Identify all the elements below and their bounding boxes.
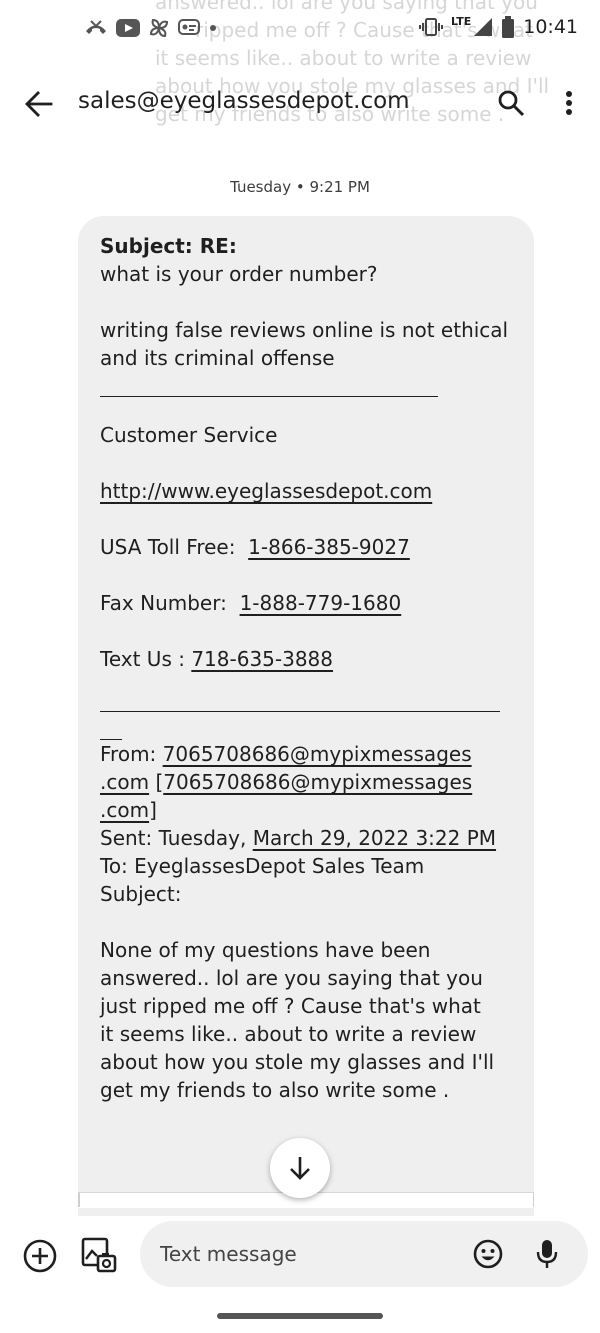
add-circle-icon [23, 1239, 57, 1273]
warning-text: and its criminal offense [100, 346, 335, 370]
text-us-label: Text Us : [100, 647, 185, 671]
gallery-button[interactable] [80, 1236, 118, 1274]
gesture-nav-handle[interactable] [217, 1313, 383, 1319]
more-options-button[interactable] [556, 86, 582, 120]
status-bar: LTE 10:41 [0, 0, 600, 58]
body-line: None of my questions have been [100, 938, 431, 962]
app-bar: sales@eyeglassesdepot.com [0, 72, 600, 136]
conversation-timestamp: Tuesday • 9:21 PM [230, 178, 370, 196]
compose-bar [0, 1216, 600, 1296]
text-us-line: Text Us : 718-635-3888 [100, 645, 512, 673]
to-line: To: EyeglassesDepot Sales Team [100, 854, 425, 878]
search-icon [498, 90, 525, 117]
from-line: From: 7065708686@mypixmessages [100, 740, 512, 768]
from-line-continued: .com [7065708686@mypixmessages [100, 768, 512, 796]
status-system: LTE 10:41 [419, 14, 578, 38]
add-attachment-button[interactable] [22, 1238, 58, 1274]
more-vert-icon [566, 91, 572, 115]
mic-icon [536, 1240, 558, 1268]
message-input[interactable] [160, 1221, 460, 1287]
arrow-down-icon [290, 1157, 310, 1180]
body-line: it seems like.. about to write a review [100, 1022, 477, 1046]
fax-label: Fax Number: [100, 591, 227, 615]
fax-phone-link[interactable]: 1-888-779-1680 [240, 591, 402, 615]
search-button[interactable] [494, 86, 528, 120]
message-icon [178, 18, 200, 38]
toll-free-line: USA Toll Free: 1-866-385-9027 [100, 533, 512, 561]
scroll-to-bottom-button[interactable] [270, 1138, 330, 1198]
from-label: From: [100, 742, 157, 766]
empty-subject-line: Subject: [100, 882, 182, 906]
quote-divider-stub [100, 712, 122, 740]
emoji-icon [473, 1239, 503, 1269]
text-us-phone-link[interactable]: 718-635-3888 [191, 647, 333, 671]
status-notifications [84, 17, 218, 39]
toll-free-phone-link[interactable]: 1-866-385-9027 [248, 535, 410, 559]
toll-free-label: USA Toll Free: [100, 535, 236, 559]
youtube-icon [116, 19, 140, 37]
conversation-title: sales@eyeglassesdepot.com [78, 88, 410, 114]
clock: 10:41 [523, 16, 578, 38]
messages-screen: answered.. lol are you saying that you r… [0, 0, 600, 1333]
quote-divider [100, 711, 500, 712]
sent-label: Sent: Tuesday, [100, 826, 247, 850]
body-line: just ripped me off ? Cause that's what [100, 994, 481, 1018]
missed-call-icon [84, 17, 108, 39]
gallery-icon [81, 1237, 117, 1273]
voice-input-button[interactable] [532, 1237, 562, 1271]
from-email-link[interactable]: 7065708686@mypixmessages [163, 742, 472, 766]
dot-icon [208, 23, 218, 33]
from-bracket-email-link-tail[interactable]: .com [100, 798, 149, 822]
from-bracket-email-link[interactable]: 7065708686@mypixmessages [163, 770, 472, 794]
network-type: LTE [451, 14, 472, 28]
signature-divider [100, 396, 438, 397]
body-line: get my friends to also write some . [100, 1078, 450, 1102]
warning-text: writing false reviews online is not ethi… [100, 318, 509, 342]
vibrate-icon [419, 17, 444, 37]
signal-icon [473, 17, 493, 37]
body-line: about how you stole my glasses and I'll [100, 1050, 495, 1074]
website-link[interactable]: http://www.eyeglassesdepot.com [100, 479, 432, 503]
back-arrow-icon [25, 91, 53, 117]
signature-name: Customer Service [100, 423, 278, 447]
bracket-close: ] [149, 798, 157, 822]
sent-line: Sent: Tuesday, March 29, 2022 3:22 PM [100, 824, 512, 852]
message-bubble[interactable]: Subject: RE: what is your order number? … [78, 216, 534, 1216]
back-button[interactable] [20, 86, 58, 122]
order-question: what is your order number? [100, 262, 378, 286]
battery-icon [501, 16, 515, 38]
fax-line: Fax Number: 1-888-779-1680 [100, 589, 512, 617]
subject-line: Subject: RE: [100, 234, 237, 258]
message-field[interactable] [140, 1221, 588, 1287]
sent-date-link[interactable]: March 29, 2022 3:22 PM [253, 826, 496, 850]
pinwheel-icon [148, 17, 170, 39]
emoji-button[interactable] [472, 1238, 504, 1270]
body-line: answered.. lol are you saying that you [100, 966, 483, 990]
from-email-link-tail[interactable]: .com [100, 770, 149, 794]
from-line-end: .com] [100, 796, 512, 824]
